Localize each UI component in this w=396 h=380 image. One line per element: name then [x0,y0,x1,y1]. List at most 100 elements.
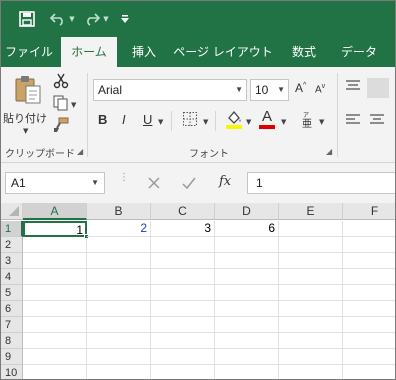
grid-cell[interactable] [87,317,151,333]
grid-cell[interactable] [215,365,279,379]
grid-cell[interactable] [215,285,279,301]
grid-cell[interactable] [87,349,151,365]
grid-cell[interactable] [279,253,343,269]
grid-cell[interactable] [23,333,87,349]
copy-icon[interactable] [53,95,69,114]
grid-cell[interactable] [215,301,279,317]
enter-icon[interactable] [181,175,197,194]
grid-cell[interactable] [151,333,215,349]
grid-cell[interactable] [151,349,215,365]
grid-cell[interactable] [23,237,87,253]
grid-cell[interactable] [23,349,87,365]
bold-button[interactable]: B [98,112,107,127]
formula-input[interactable]: 1 [247,172,395,194]
tab-insert[interactable]: 挿入 [121,37,167,67]
grid-cell[interactable] [343,269,395,285]
paste-dropdown-icon[interactable]: ▼ [23,127,28,135]
italic-button[interactable]: I [122,112,126,127]
grid-cell[interactable] [151,237,215,253]
undo-icon[interactable] [49,9,67,29]
cell-a1[interactable]: 1 [23,221,87,237]
grid-cell[interactable] [87,269,151,285]
underline-button[interactable]: U [143,112,152,127]
paste-button[interactable]: 貼り付け ▼ [3,73,47,141]
cut-icon[interactable] [53,73,69,92]
copy-dropdown-icon[interactable]: ▼ [71,101,76,109]
underline-dropdown-icon[interactable]: ▼ [158,118,163,126]
grid-cell[interactable] [279,237,343,253]
grid-cell[interactable] [279,317,343,333]
grid-cell[interactable] [215,349,279,365]
font-launcher-icon[interactable]: ◢ [326,147,332,156]
grid-cell[interactable] [279,285,343,301]
clipboard-launcher-icon[interactable]: ◢ [77,147,83,156]
grid-cell[interactable] [23,301,87,317]
grid-cell[interactable] [23,317,87,333]
grid-cell[interactable] [87,285,151,301]
grid-cell[interactable] [279,365,343,379]
phonetic-guide-icon[interactable]: ア亜 [301,111,317,132]
grid-cell[interactable] [87,301,151,317]
grid-cell[interactable] [279,221,343,237]
grid-cell[interactable] [215,237,279,253]
redo-dropdown-icon[interactable]: ▼ [102,9,110,29]
grid-cell[interactable] [215,253,279,269]
name-box-dropdown-icon[interactable]: ▼ [91,173,99,193]
cell-d1[interactable]: 6 [215,221,279,237]
grid-cell[interactable] [279,333,343,349]
grid-cell[interactable] [279,349,343,365]
insert-function-button[interactable]: fx [219,174,231,189]
grid-cell[interactable] [343,333,395,349]
cell-c1[interactable]: 3 [151,221,215,237]
grid-cell[interactable] [215,333,279,349]
tab-page-layout[interactable]: ページ レイアウト [171,37,275,67]
phonetic-dropdown-icon[interactable]: ▼ [319,118,324,126]
font-name-box[interactable]: Arial ▼ [93,79,247,101]
grid-cell[interactable] [23,269,87,285]
grid-cell[interactable] [87,237,151,253]
name-box[interactable]: A1 ▼ [5,172,105,194]
font-color-dropdown-icon[interactable]: ▼ [281,118,286,126]
tab-file[interactable]: ファイル [1,37,57,67]
grid-cell[interactable] [87,333,151,349]
borders-icon[interactable] [182,111,198,130]
grid-cell[interactable] [23,365,87,379]
grid-cell[interactable] [151,253,215,269]
align-center-icon[interactable] [369,113,385,130]
grid-cell[interactable] [23,253,87,269]
font-color-icon[interactable]: A [259,109,275,125]
grid-cell[interactable] [343,237,395,253]
tab-home[interactable]: ホーム [61,37,117,67]
grid-cell[interactable] [343,365,395,379]
grid-cell[interactable] [151,365,215,379]
font-size-dropdown-icon[interactable]: ▼ [277,80,285,100]
fill-color-icon[interactable] [225,109,243,132]
tab-formulas[interactable]: 数式 [279,37,329,67]
decrease-font-size-icon[interactable]: Av [315,83,325,95]
top-align-icon[interactable] [345,79,361,96]
grid-cell[interactable] [343,349,395,365]
grid-cell[interactable] [279,301,343,317]
font-name-dropdown-icon[interactable]: ▼ [235,80,243,100]
undo-dropdown-icon[interactable]: ▼ [68,9,76,29]
cell-b1[interactable]: 2 [87,221,151,237]
align-left-icon[interactable] [345,113,361,130]
grid-cell[interactable] [343,253,395,269]
grid-cell[interactable] [151,301,215,317]
grid-cell[interactable] [343,317,395,333]
grid-cell[interactable] [151,269,215,285]
increase-font-size-icon[interactable]: A^ [295,81,306,95]
tab-data[interactable]: データ [333,37,385,67]
grid-cell[interactable] [215,269,279,285]
grid-cell[interactable] [87,253,151,269]
grid-cell[interactable] [23,285,87,301]
format-painter-icon[interactable] [53,117,69,136]
fill-color-dropdown-icon[interactable]: ▼ [246,118,251,126]
grid-cell[interactable] [215,317,279,333]
grid-cell[interactable] [87,365,151,379]
borders-dropdown-icon[interactable]: ▼ [203,118,208,126]
font-size-box[interactable]: 10 ▼ [250,79,289,101]
save-icon[interactable] [17,9,37,29]
cancel-icon[interactable] [147,175,161,194]
grid-cell[interactable] [279,269,343,285]
